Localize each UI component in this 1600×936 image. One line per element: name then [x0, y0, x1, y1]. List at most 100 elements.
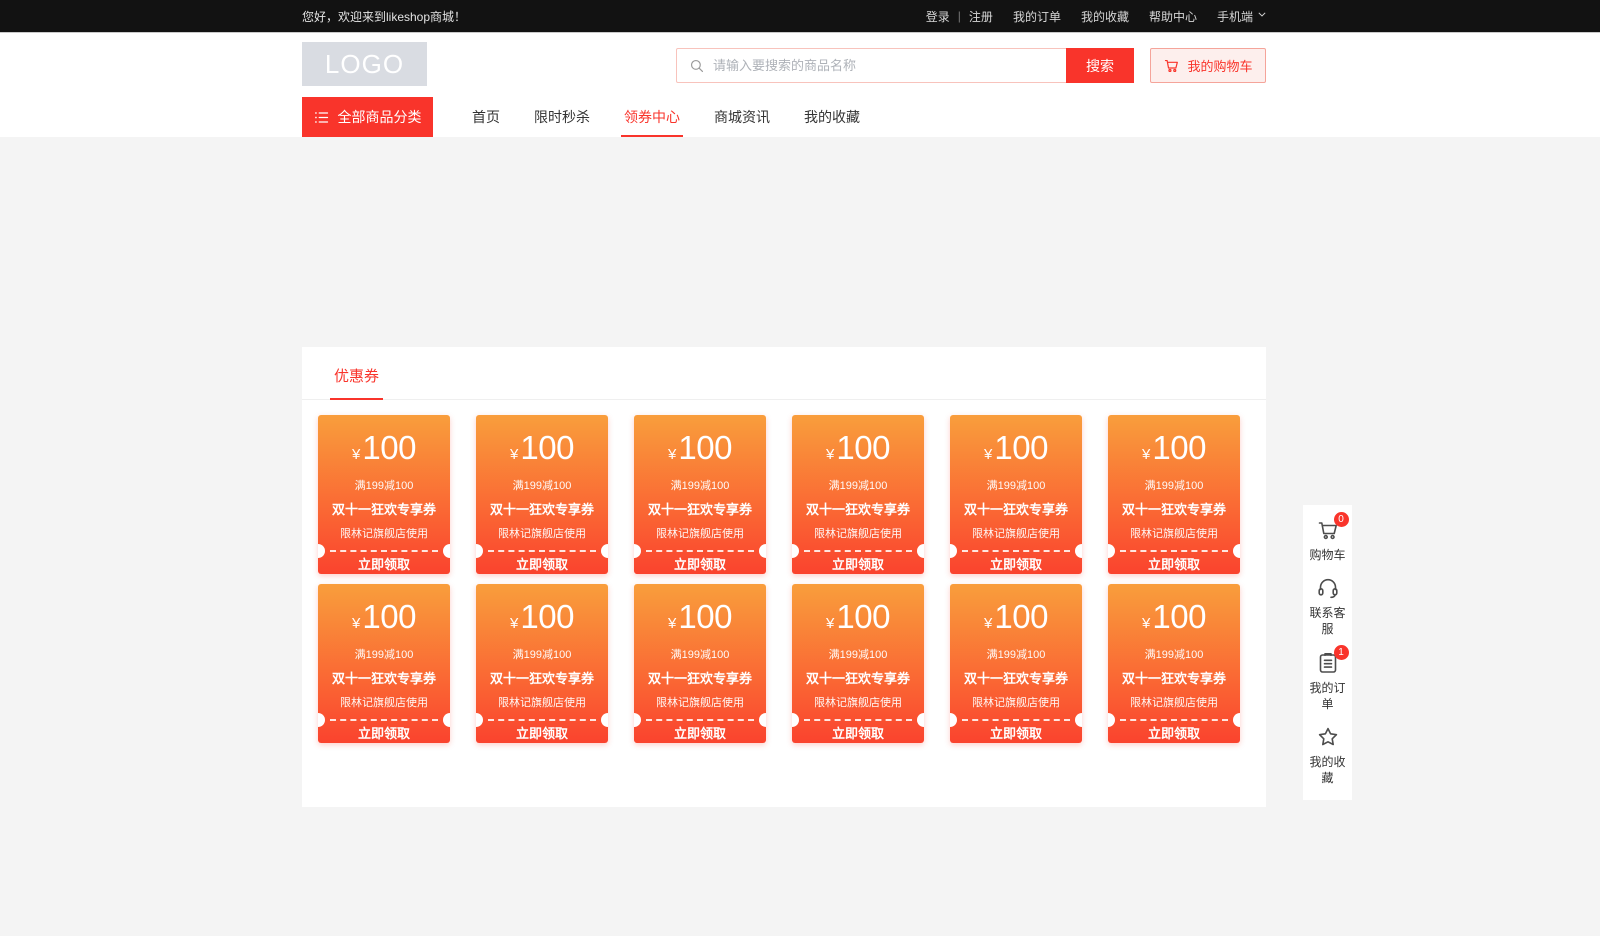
- mobile-link[interactable]: 手机端: [1217, 8, 1266, 25]
- sidebar-item-my-favorites[interactable]: 我的收藏: [1310, 725, 1346, 786]
- coupon-amount: ¥100: [318, 429, 450, 471]
- star-icon: [1316, 725, 1340, 749]
- orders-badge: 1: [1334, 645, 1349, 660]
- coupon-card: ¥100 满199减100 双十一狂欢专享券 限林记旗舰店使用 立即领取: [318, 415, 450, 574]
- notch-right: [917, 713, 924, 727]
- cart-badge: 0: [1334, 512, 1349, 527]
- help-center-link[interactable]: 帮助中心: [1149, 8, 1197, 25]
- coupon-grid: ¥100 满199减100 双十一狂欢专享券 限林记旗舰店使用 立即领取 ¥10: [302, 400, 1266, 807]
- coupon-name: 双十一狂欢专享券: [476, 668, 608, 687]
- coupon-tear-line: [634, 550, 766, 552]
- coupon-card: ¥100 满199减100 双十一狂欢专享券 限林记旗舰店使用 立即领取: [476, 415, 608, 574]
- sidebar-item-cart[interactable]: 0 购物车: [1310, 518, 1346, 563]
- coupon-scope: 限林记旗舰店使用: [634, 694, 766, 710]
- chevron-down-icon: [1258, 12, 1266, 20]
- coupon-scope: 限林记旗舰店使用: [1108, 694, 1240, 710]
- coupon-scope: 限林记旗舰店使用: [318, 525, 450, 541]
- coupon-card: ¥100 满199减100 双十一狂欢专享券 限林记旗舰店使用 立即领取: [476, 584, 608, 743]
- notch-right: [443, 713, 450, 727]
- nav-item[interactable]: 商城资讯: [697, 97, 787, 137]
- coupon-scope: 限林记旗舰店使用: [476, 525, 608, 541]
- coupon-name: 双十一狂欢专享券: [1108, 668, 1240, 687]
- claim-coupon-button[interactable]: 立即领取: [792, 552, 924, 574]
- coupon-condition: 满199减100: [318, 477, 450, 493]
- claim-coupon-button[interactable]: 立即领取: [1108, 721, 1240, 743]
- coupon-amount: ¥100: [1108, 429, 1240, 471]
- coupon-scope: 限林记旗舰店使用: [318, 694, 450, 710]
- notch-right: [917, 544, 924, 558]
- coupon-tear-line: [950, 550, 1082, 552]
- coupon-tear-line: [634, 719, 766, 721]
- site-header: LOGO 搜索 我的购物车 全部商品分类 首页 限时秒杀 领券中心 商城资讯: [0, 33, 1600, 137]
- my-favorites-link[interactable]: 我的收藏: [1081, 8, 1129, 25]
- all-categories-button[interactable]: 全部商品分类: [302, 97, 433, 137]
- topbar: 您好，欢迎来到likeshop商城！ 登录 | 注册 我的订单 我的收藏 帮助中…: [0, 0, 1600, 33]
- coupon-condition: 满199减100: [476, 477, 608, 493]
- coupon-condition: 满199减100: [1108, 477, 1240, 493]
- claim-coupon-button[interactable]: 立即领取: [1108, 552, 1240, 574]
- notch-right: [759, 713, 766, 727]
- coupon-tear-line: [792, 550, 924, 552]
- search-button[interactable]: 搜索: [1066, 48, 1134, 83]
- register-link[interactable]: 注册: [969, 8, 993, 25]
- claim-coupon-button[interactable]: 立即领取: [634, 721, 766, 743]
- claim-coupon-button[interactable]: 立即领取: [634, 552, 766, 574]
- notch-right: [1075, 713, 1082, 727]
- coupon-name: 双十一狂欢专享券: [634, 668, 766, 687]
- coupon-condition: 满199减100: [634, 646, 766, 662]
- coupon-amount: ¥100: [634, 429, 766, 471]
- panel-header: 优惠券: [302, 347, 1266, 400]
- claim-coupon-button[interactable]: 立即领取: [950, 721, 1082, 743]
- coupon-name: 双十一狂欢专享券: [318, 668, 450, 687]
- nav-item[interactable]: 首页: [455, 97, 517, 137]
- coupon-condition: 满199减100: [318, 646, 450, 662]
- nav-item[interactable]: 领券中心: [607, 97, 697, 137]
- claim-coupon-button[interactable]: 立即领取: [950, 552, 1082, 574]
- coupon-tear-line: [792, 719, 924, 721]
- coupon-scope: 限林记旗舰店使用: [634, 525, 766, 541]
- coupon-name: 双十一狂欢专享券: [1108, 499, 1240, 518]
- sidebar-item-customer-service[interactable]: 联系客服: [1310, 576, 1346, 637]
- link-divider: |: [958, 9, 961, 23]
- coupon-tear-line: [950, 719, 1082, 721]
- coupon-scope: 限林记旗舰店使用: [792, 694, 924, 710]
- nav-item[interactable]: 我的收藏: [787, 97, 877, 137]
- claim-coupon-button[interactable]: 立即领取: [792, 721, 924, 743]
- search-input[interactable]: [713, 49, 1066, 82]
- coupon-card: ¥100 满199减100 双十一狂欢专享券 限林记旗舰店使用 立即领取: [318, 584, 450, 743]
- coupon-amount: ¥100: [792, 598, 924, 640]
- section-title-coupons[interactable]: 优惠券: [330, 365, 383, 400]
- nav-item[interactable]: 限时秒杀: [517, 97, 607, 137]
- sidebar-item-my-orders[interactable]: 1 我的订单: [1310, 651, 1346, 712]
- coupon-tear-line: [476, 719, 608, 721]
- floating-sidebar: 0 购物车 联系客服 1 我的订单 我的收藏: [1303, 505, 1352, 800]
- main-navigation: 全部商品分类 首页 限时秒杀 领券中心 商城资讯 我的收藏: [302, 97, 1266, 137]
- coupon-name: 双十一狂欢专享券: [950, 668, 1082, 687]
- coupon-name: 双十一狂欢专享券: [792, 668, 924, 687]
- coupon-scope: 限林记旗舰店使用: [1108, 525, 1240, 541]
- coupon-card: ¥100 满199减100 双十一狂欢专享券 限林记旗舰店使用 立即领取: [792, 584, 924, 743]
- my-cart-button[interactable]: 我的购物车: [1150, 48, 1266, 83]
- claim-coupon-button[interactable]: 立即领取: [318, 552, 450, 574]
- notch-right: [1075, 544, 1082, 558]
- logo[interactable]: LOGO: [302, 42, 427, 86]
- coupon-name: 双十一狂欢专享券: [634, 499, 766, 518]
- coupon-amount: ¥100: [634, 598, 766, 640]
- login-link[interactable]: 登录: [926, 8, 950, 25]
- my-orders-link[interactable]: 我的订单: [1013, 8, 1061, 25]
- claim-coupon-button[interactable]: 立即领取: [318, 721, 450, 743]
- coupon-scope: 限林记旗舰店使用: [792, 525, 924, 541]
- coupon-scope: 限林记旗舰店使用: [476, 694, 608, 710]
- coupon-card: ¥100 满199减100 双十一狂欢专享券 限林记旗舰店使用 立即领取: [1108, 584, 1240, 743]
- notch-right: [601, 544, 608, 558]
- category-list-icon: [314, 110, 329, 125]
- claim-coupon-button[interactable]: 立即领取: [476, 721, 608, 743]
- coupon-amount: ¥100: [476, 429, 608, 471]
- nav-links: 首页 限时秒杀 领券中心 商城资讯 我的收藏: [455, 97, 877, 137]
- coupon-condition: 满199减100: [792, 646, 924, 662]
- coupon-scope: 限林记旗舰店使用: [950, 694, 1082, 710]
- notch-right: [443, 544, 450, 558]
- coupon-amount: ¥100: [476, 598, 608, 640]
- coupon-card: ¥100 满199减100 双十一狂欢专享券 限林记旗舰店使用 立即领取: [634, 584, 766, 743]
- claim-coupon-button[interactable]: 立即领取: [476, 552, 608, 574]
